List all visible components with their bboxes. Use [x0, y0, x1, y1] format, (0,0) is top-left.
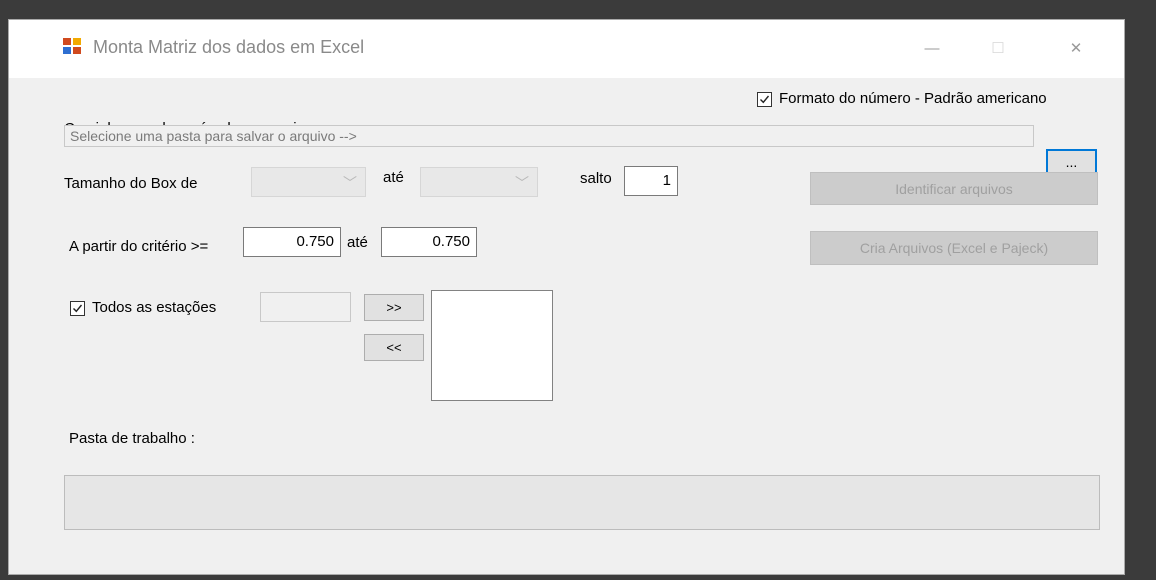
maximize-button[interactable]: ☐ — [975, 28, 1021, 68]
box-to-select[interactable]: ﹀ — [420, 167, 538, 197]
chevron-down-icon: ﹀ — [515, 175, 529, 191]
minimize-icon: — — [924, 39, 940, 57]
workbook-label: Pasta de trabalho : — [69, 430, 195, 447]
box-to-label: até — [383, 169, 404, 186]
box-label: Tamanho do Box de — [64, 175, 198, 192]
station-input[interactable] — [260, 292, 351, 322]
identify-files-button[interactable]: Identificar arquivos — [810, 172, 1098, 205]
create-files-button[interactable]: Cria Arquivos (Excel e Pajeck) — [810, 231, 1098, 265]
minimize-button[interactable]: — — [909, 28, 955, 68]
format-checkbox[interactable] — [757, 92, 772, 107]
stations-listbox[interactable] — [431, 290, 553, 401]
identify-files-label: Identificar arquivos — [895, 180, 1013, 197]
criteria-label: A partir do critério >= — [69, 238, 209, 255]
criteria-to-label: até — [347, 234, 368, 251]
window-title: Monta Matriz dos dados em Excel — [93, 37, 365, 57]
add-station-label: >> — [386, 300, 402, 315]
title-bar: Monta Matriz dos dados em Excel — ☐ ✕ — [9, 20, 1124, 78]
close-icon: ✕ — [1069, 40, 1083, 57]
create-files-label: Cria Arquivos (Excel e Pajeck) — [859, 240, 1049, 256]
step-input[interactable]: 1 — [624, 166, 678, 196]
stations-label: Todos as estações — [92, 299, 217, 316]
criteria-to-input[interactable]: 0.750 — [381, 227, 477, 257]
box-from-select[interactable]: ﹀ — [251, 167, 366, 197]
progress-bar — [64, 475, 1100, 530]
main-window: Monta Matriz dos dados em Excel — ☐ ✕ Ca… — [8, 19, 1125, 575]
add-station-button[interactable]: >> — [364, 294, 424, 321]
remove-station-button[interactable]: << — [364, 334, 424, 361]
maximize-icon: ☐ — [991, 40, 1005, 57]
path-input[interactable]: Selecione uma pasta para salvar o arquiv… — [64, 125, 1034, 147]
stations-checkbox[interactable] — [70, 301, 85, 316]
browse-button[interactable]: ... — [1046, 149, 1097, 174]
browse-label: ... — [1065, 153, 1078, 170]
criteria-from-input[interactable]: 0.750 — [243, 227, 341, 257]
format-label: Formato do número - Padrão americano — [779, 90, 1047, 107]
chevron-down-icon: ﹀ — [343, 175, 357, 191]
close-button[interactable]: ✕ — [1053, 28, 1099, 68]
remove-station-label: << — [386, 340, 402, 355]
app-icon — [63, 38, 83, 54]
checkmark-icon — [760, 95, 770, 104]
checkmark-icon — [73, 304, 83, 313]
step-label: salto — [580, 170, 612, 187]
